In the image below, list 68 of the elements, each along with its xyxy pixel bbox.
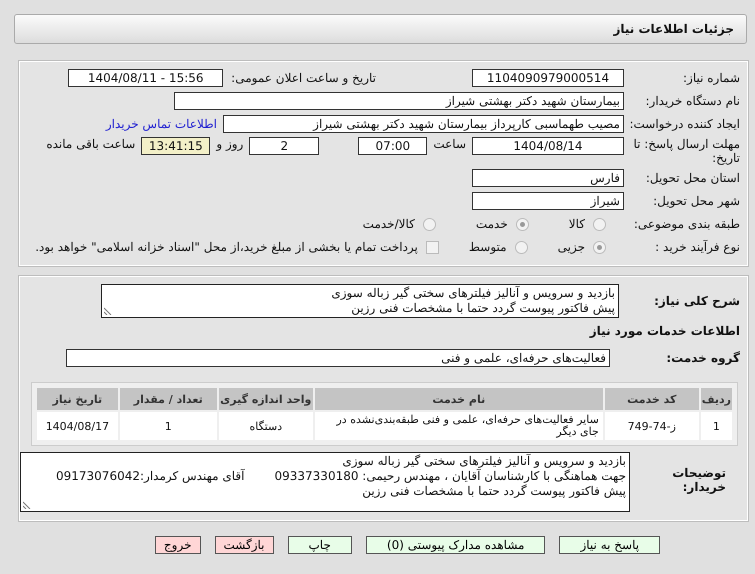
field-label: نوع فرآیند خرید :	[654, 240, 740, 254]
table-cell: 1	[700, 412, 732, 440]
field-label: ساعت باقی مانده	[46, 137, 136, 151]
option-label: متوسط	[468, 240, 507, 254]
column-header: نام خدمت	[314, 388, 603, 410]
checkbox[interactable]	[426, 240, 439, 254]
option-label: خدمت	[476, 217, 508, 231]
column-header: کد خدمت	[604, 388, 699, 410]
text-field[interactable]: مصیب طهماسبی کارپرداز بیمارستان شهید دکتر بهشتی شیراز	[223, 115, 624, 133]
text-field[interactable]: بیمارستان شهید دکتر بهشتی شیراز	[174, 92, 624, 110]
notes-box[interactable]: بازدید و سرویس و آنالیز فیلترهای سختی گیر زباله سوزی جهت هماهنگی با کارشناسان آقایان ، مهندس رحیمی: 09337330180 آقای مهندس کرمدار:09173076042 پیش فاکتور پیوست گردد حتما با مشخصات فنی رزین	[20, 452, 630, 512]
option-label: کالا	[568, 217, 585, 231]
text-field[interactable]: 2	[249, 137, 320, 155]
column-header: ردیف	[700, 388, 732, 410]
resize-grip-icon[interactable]	[23, 501, 31, 509]
action-button[interactable]: بازگشت	[214, 536, 274, 554]
column-header: تاریخ نیاز	[37, 388, 118, 410]
field-label: طبقه بندی موضوعی:	[632, 217, 740, 231]
text-line: بازدید و سرویس و آنالیز فیلترهای سختی گیر زباله سوزی	[342, 454, 626, 468]
column-header: تعداد / مقدار	[120, 388, 217, 410]
radio-button[interactable]	[514, 240, 528, 254]
field-label: گروه خدمت:	[665, 351, 740, 365]
text-field[interactable]: فارس	[472, 169, 624, 187]
radio-button[interactable]	[516, 218, 529, 230]
option-label: پرداخت تمام یا بخشی از مبلغ خرید،از محل "اسناد خزانه اسلامی" خواهد بود.	[35, 240, 418, 254]
radio-button[interactable]	[422, 218, 436, 230]
page-title: جزئیات اطلاعات نیاز	[613, 22, 734, 36]
table-cell: دستگاه	[218, 412, 313, 440]
text-line: پیش فاکتور پیوست گردد حتما با مشخصات فنی رزین	[362, 484, 626, 499]
action-button[interactable]: چاپ	[288, 536, 352, 554]
radio-button[interactable]	[593, 218, 606, 230]
action-button[interactable]: مشاهده مدارک پیوستی (0)	[366, 536, 546, 554]
field-label: تاریخ و ساعت اعلان عمومی:	[231, 71, 376, 85]
table-cell: ز-74-749	[604, 412, 699, 440]
action-button[interactable]: خروج	[154, 536, 200, 554]
text-line: آقای مهندس کرمدار:09173076042	[56, 469, 244, 484]
field-label: استان محل تحویل:	[644, 171, 740, 185]
section-title: اطلاعات خدمات مورد نیاز	[588, 324, 740, 338]
text-line: جهت هماهنگی با کارشناسان آقایان ، مهندس رحیمی: 09337330180	[274, 469, 626, 484]
field-label: توضیحات خریدار:	[671, 466, 727, 494]
option-label: کالا/خدمت	[362, 217, 415, 231]
text-line: بازدید و سرویس و آنالیز فیلترهای سختی گیر زباله سوزی	[330, 286, 615, 301]
countdown-field: 13:41:15	[141, 137, 210, 155]
text-line: پیش فاکتور پیوست گردد حتما با مشخصات فنی رزین	[350, 301, 615, 316]
text-field[interactable]: 1404/08/11 - 15:56	[68, 69, 224, 87]
field-label: مهلت ارسال پاسخ: تا تاریخ:	[632, 137, 740, 165]
description-box[interactable]: بازدید و سرویس و آنالیز فیلترهای سختی گیر زباله سوزی پیش فاکتور پیوست گردد حتما با مشخصات فنی رزین	[101, 284, 619, 318]
table-cell: 1	[120, 412, 217, 440]
field-label: ایجاد کننده درخواست:	[628, 117, 740, 131]
field-label: شماره نیاز:	[682, 71, 740, 85]
field-label: ساعت	[433, 137, 466, 151]
text-field[interactable]: شیراز	[472, 192, 624, 210]
text-field[interactable]: فعالیت‌های حرفه‌ای، علمی و فنی	[66, 349, 610, 367]
text-field[interactable]: 1104090979000514	[472, 69, 624, 87]
field-label: روز و	[216, 137, 244, 151]
contact-link[interactable]: اطلاعات تماس خریدار	[106, 117, 217, 131]
radio-button[interactable]	[593, 240, 606, 254]
field-label: نام دستگاه خریدار:	[644, 94, 740, 108]
option-label: جزیی	[558, 240, 585, 254]
column-header: واحد اندازه گیری	[218, 388, 313, 410]
text-field[interactable]: 1404/08/14	[472, 137, 624, 155]
text-field[interactable]: 07:00	[358, 137, 428, 155]
table-cell: 1404/08/17	[37, 412, 118, 440]
table-cell: سایر فعالیت‌های حرفه‌ای، علمی و فنی طبقه‌بندی‌نشده در جای دیگر	[314, 412, 603, 440]
field-label: شرح کلی نیاز:	[653, 294, 740, 308]
field-label: شهر محل تحویل:	[652, 194, 740, 208]
resize-grip-icon[interactable]	[104, 307, 112, 315]
action-button[interactable]: پاسخ به نیاز	[559, 536, 660, 554]
